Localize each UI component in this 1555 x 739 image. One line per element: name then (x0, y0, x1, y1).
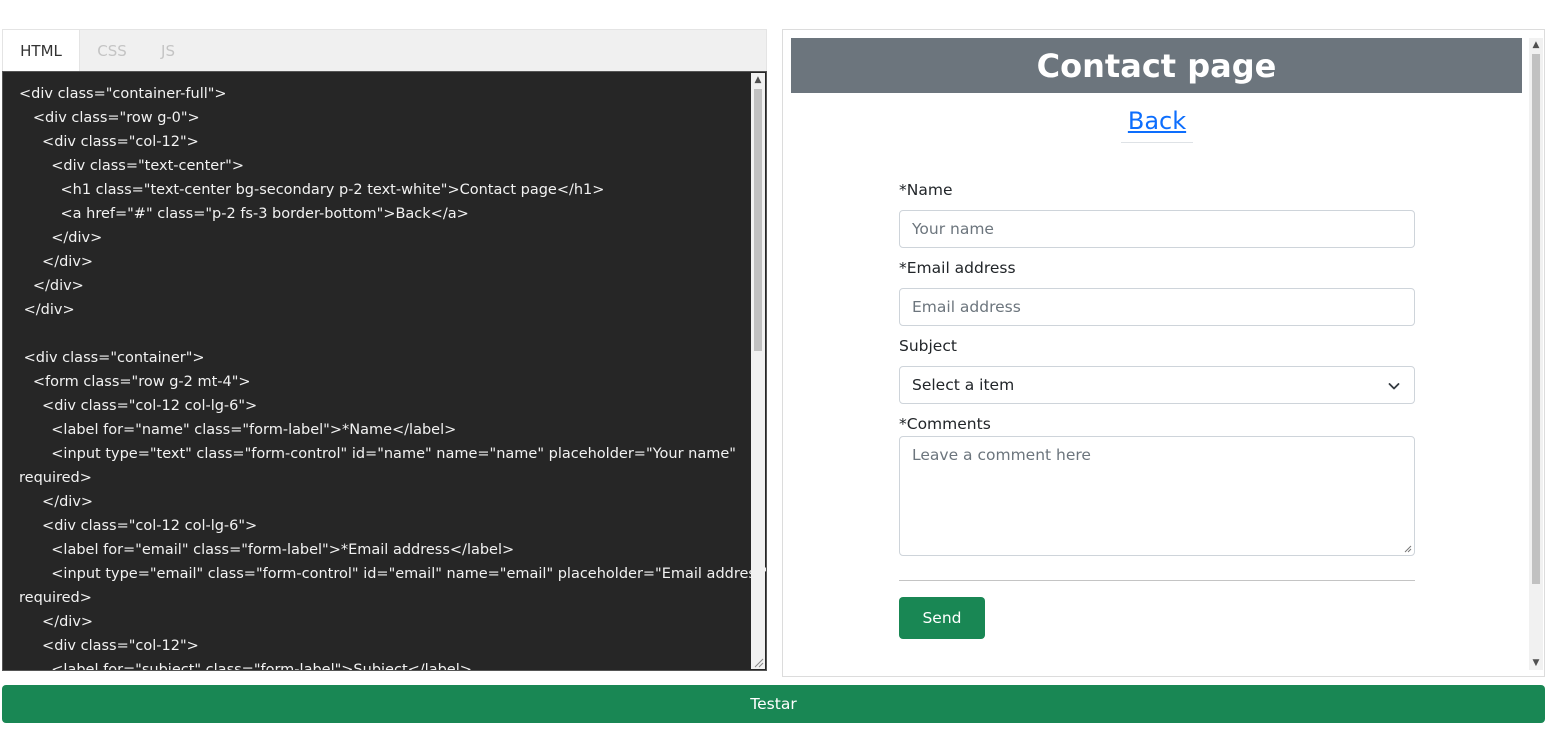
code-line: <label for="subject" class="form-label">… (19, 662, 472, 671)
code-line: <div class="col-12"> (19, 638, 199, 654)
code-line: <div class="container"> (19, 350, 205, 366)
chevron-down-icon (1388, 383, 1400, 390)
code-line: <div class="text-center"> (19, 158, 244, 174)
code-line: <div class="row g-0"> (19, 110, 200, 126)
editor-tabs: HTML CSS JS (2, 29, 767, 72)
comments-textarea[interactable]: Leave a comment here (899, 436, 1415, 556)
email-label: *Email address (899, 259, 1016, 277)
editor-scroll-thumb[interactable] (754, 89, 762, 351)
preview-scrollbar[interactable]: ▲ ▼ (1529, 38, 1543, 670)
code-line: <input type="email" class="form-control"… (19, 566, 767, 582)
code-line: <h1 class="text-center bg-secondary p-2 … (19, 182, 605, 198)
code-line: <input type="text" class="form-control" … (19, 446, 736, 462)
tab-css[interactable]: CSS (80, 30, 144, 72)
send-button[interactable]: Send (899, 597, 985, 639)
code-line: </div> (19, 302, 75, 318)
code-line: <div class="col-12 col-lg-6"> (19, 398, 258, 414)
preview-scroll-thumb[interactable] (1532, 54, 1540, 584)
code-textarea[interactable]: <div class="container-full"> <div class=… (2, 71, 767, 671)
code-line: </div> (19, 614, 94, 630)
tab-js[interactable]: JS (144, 30, 192, 72)
textarea-resize-icon[interactable] (1404, 545, 1412, 553)
code-line: </div> (19, 494, 94, 510)
code-line: <div class="col-12"> (19, 134, 199, 150)
email-placeholder: Email address (912, 298, 1021, 316)
subject-select[interactable]: Select a item (899, 366, 1415, 404)
code-line: <label for="email" class="form-label">*E… (19, 542, 515, 558)
code-line: </div> (19, 278, 84, 294)
code-line: <form class="row g-2 mt-4"> (19, 374, 251, 390)
page-title: Contact page (791, 38, 1522, 93)
code-line: <div class="container-full"> (19, 86, 227, 102)
preview-panel: Contact page Back *Name Your name *Email… (782, 29, 1545, 677)
tab-html[interactable]: HTML (3, 30, 80, 72)
code-line: <a href="#" class="p-2 fs-3 border-botto… (19, 206, 469, 222)
email-input[interactable]: Email address (899, 288, 1415, 326)
name-input[interactable]: Your name (899, 210, 1415, 248)
code-line: <div class="col-12 col-lg-6"> (19, 518, 258, 534)
code-editor-panel: HTML CSS JS <div class="container-full">… (2, 29, 767, 671)
preview-scroll-down-icon[interactable]: ▼ (1529, 656, 1543, 670)
code-line: required> (19, 590, 92, 606)
code-line: <label for="name" class="form-label">*Na… (19, 422, 457, 438)
code-line: </div> (19, 230, 103, 246)
code-line: required> (19, 470, 92, 486)
code-lines: <div class="container-full"> <div class=… (19, 82, 767, 671)
preview-content: Contact page Back *Name Your name *Email… (791, 38, 1522, 670)
name-placeholder: Your name (912, 220, 994, 238)
form-divider (899, 580, 1415, 581)
subject-label: Subject (899, 337, 957, 355)
run-button[interactable]: Testar (2, 685, 1545, 723)
scroll-up-arrow-icon[interactable]: ▲ (751, 73, 765, 87)
comments-label: *Comments (899, 415, 991, 433)
resize-grip-icon[interactable] (751, 655, 765, 669)
preview-scroll-up-icon[interactable]: ▲ (1529, 38, 1543, 52)
editor-scrollbar[interactable]: ▲ ▼ (751, 73, 765, 669)
comments-placeholder: Leave a comment here (912, 446, 1091, 464)
code-line: </div> (19, 254, 94, 270)
subject-selected-value: Select a item (912, 376, 1015, 394)
name-label: *Name (899, 181, 953, 199)
back-link[interactable]: Back (1121, 102, 1193, 143)
